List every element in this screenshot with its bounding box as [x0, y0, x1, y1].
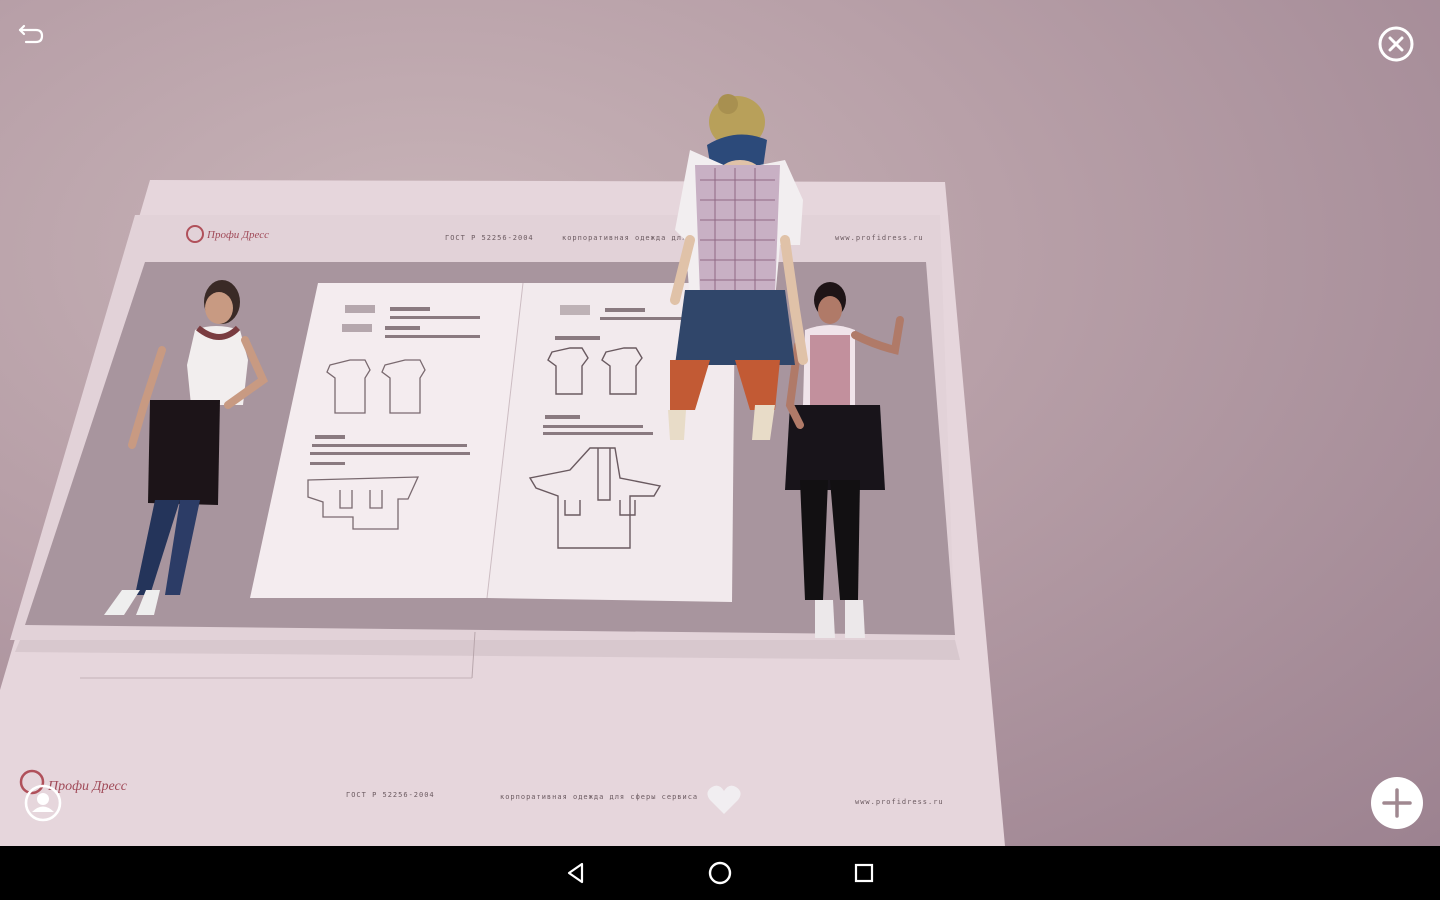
svg-text:www.profidress.ru: www.profidress.ru — [835, 234, 924, 242]
catalog-sheet: Профи Дресс ГОСТ Р 52256-2004 корпоратив… — [0, 94, 1005, 846]
undo-arrow-icon — [18, 24, 44, 44]
plus-circle-icon — [1371, 777, 1423, 829]
add-button[interactable] — [1369, 775, 1425, 831]
user-circle-icon — [24, 784, 62, 822]
nav-back-button[interactable] — [559, 856, 593, 890]
nav-home-button[interactable] — [703, 856, 737, 890]
profile-button[interactable] — [22, 782, 64, 824]
close-circle-icon — [1378, 26, 1414, 62]
system-navigation-bar — [0, 846, 1440, 900]
ar-camera-view[interactable]: Профи Дресс ГОСТ Р 52256-2004 корпоратив… — [0, 0, 1440, 846]
svg-text:Профи Дресс: Профи Дресс — [206, 229, 269, 241]
nav-home-circle-icon — [708, 861, 732, 885]
close-button[interactable] — [1376, 24, 1416, 64]
back-button[interactable] — [14, 18, 50, 50]
heart-icon — [707, 785, 741, 814]
svg-text:корпоративная одежда для сферы: корпоративная одежда для сферы сервиса — [500, 793, 698, 801]
svg-text:ГОСТ Р 52256-2004: ГОСТ Р 52256-2004 — [445, 234, 534, 242]
favorite-button[interactable] — [704, 782, 744, 818]
svg-text:ГОСТ Р 52256-2004: ГОСТ Р 52256-2004 — [346, 791, 435, 799]
nav-recents-button[interactable] — [847, 856, 881, 890]
nav-back-triangle-icon — [567, 862, 584, 884]
nav-recents-square-icon — [854, 863, 874, 883]
svg-text:www.profidress.ru: www.profidress.ru — [855, 798, 944, 806]
